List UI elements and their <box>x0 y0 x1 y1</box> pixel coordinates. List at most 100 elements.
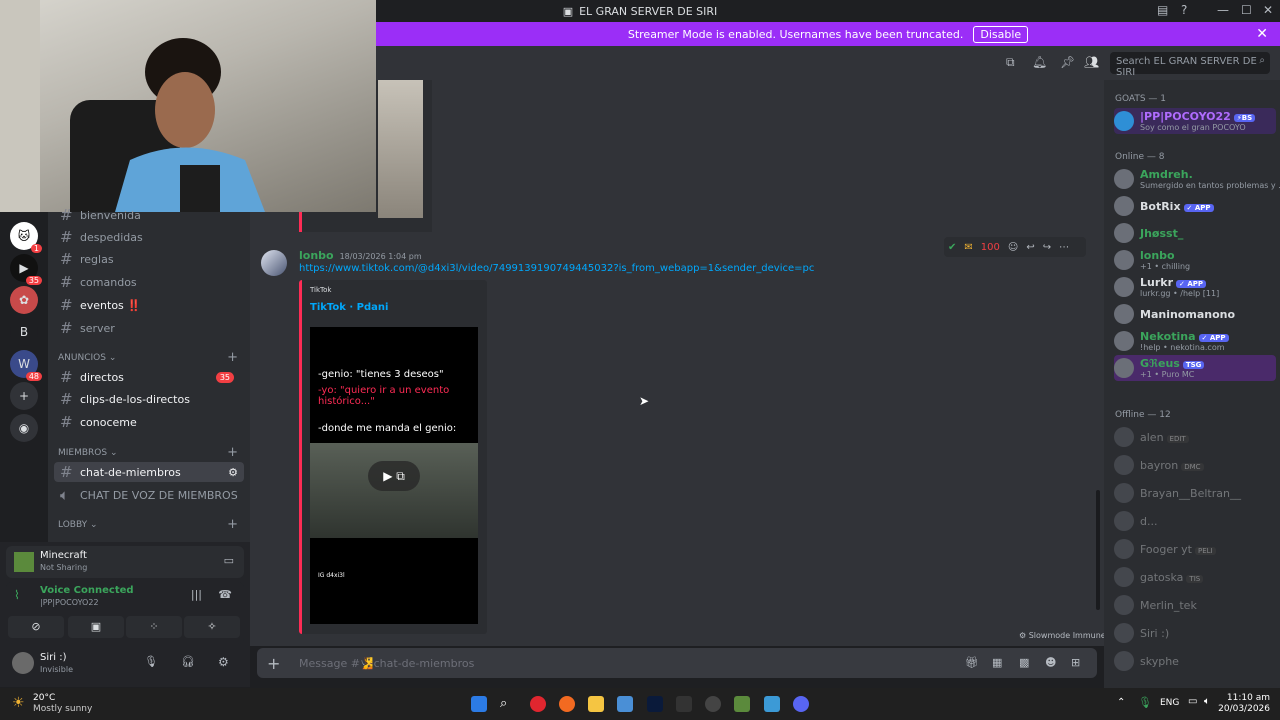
channel-chat-de-miembros[interactable]: # chat-de-miembros ⚙ <box>54 462 244 482</box>
add-reaction-icon[interactable]: ☺ <box>1008 242 1018 253</box>
add-channel-icon[interactable]: + <box>227 517 238 532</box>
share-screen-button[interactable]: ▣ <box>68 616 124 638</box>
help-icon[interactable]: ? <box>1181 3 1187 17</box>
member-item[interactable]: |PP|POCOYO22 ⚡BS Soy como el gran POCOYO <box>1114 108 1276 134</box>
start-icon[interactable] <box>471 696 487 712</box>
close-banner-icon[interactable]: ✕ <box>1256 26 1268 42</box>
channel-voz-miembros[interactable]: 🔈︎ CHAT DE VOZ DE MIEMBROS <box>54 485 244 505</box>
play-icon[interactable]: ▶ ⧉ <box>368 461 420 491</box>
weather-temp[interactable]: 20°C <box>33 693 55 703</box>
notepad-icon[interactable] <box>764 696 780 712</box>
embed-video[interactable]: -genio: "tienes 3 deseos" -yo: "quiero i… <box>310 327 478 624</box>
app-icon[interactable] <box>559 696 575 712</box>
voice-status[interactable]: Voice Connected <box>40 585 134 596</box>
embed-title[interactable]: TikTok · Pdani <box>310 302 388 313</box>
channel-server[interactable]: # server <box>54 318 244 338</box>
member-item[interactable]: bayron DMC <box>1114 452 1276 478</box>
channel-clips[interactable]: # clips-de-los-directos <box>54 389 244 409</box>
weather-icon[interactable]: ☀ <box>12 695 25 711</box>
headphones-icon[interactable]: 🎧︎ <box>181 655 195 668</box>
reply-icon[interactable]: ↩ <box>1026 242 1034 253</box>
user-name[interactable]: Siri :) <box>40 652 66 663</box>
hundred-reaction-icon[interactable]: 100 <box>981 242 1000 253</box>
member-item[interactable]: Brayan__Beltran__ <box>1114 480 1276 506</box>
member-item[interactable]: skyphe <box>1114 648 1276 674</box>
sticker-icon[interactable]: ▩ <box>1019 656 1029 669</box>
server-icon-5[interactable]: W 48 <box>10 350 42 381</box>
message-username[interactable]: lonbo <box>299 249 334 262</box>
discord-icon[interactable] <box>793 696 809 712</box>
server-icon-4[interactable]: B <box>10 318 38 346</box>
file-explorer-icon[interactable] <box>588 696 604 712</box>
tray-chevron-icon[interactable]: ⌃ <box>1117 697 1125 708</box>
reaction-icon[interactable]: ✉ <box>964 242 972 253</box>
epic-games-icon[interactable] <box>676 696 692 712</box>
server-icon-2[interactable]: ▶ 35 <box>10 254 42 285</box>
member-item[interactable]: Nekotina ✓ APP !help • nekotina.com <box>1114 328 1276 354</box>
channel-eventos[interactable]: # eventos ‼️ <box>54 295 244 315</box>
member-item[interactable]: Fooger yt PELI <box>1114 536 1276 562</box>
channel-conoceme[interactable]: # conoceme <box>54 412 244 432</box>
gif-icon[interactable]: ▦ <box>992 656 1002 669</box>
discover-icon[interactable]: ◉ <box>10 414 38 442</box>
server-icon-3[interactable]: ✿ <box>10 286 38 314</box>
minimize-icon[interactable]: — <box>1217 3 1229 17</box>
add-channel-icon[interactable]: + <box>227 445 238 460</box>
category-anuncios[interactable]: ANUNCIOS ⌄ <box>58 353 116 363</box>
check-reaction-icon[interactable]: ✔ <box>948 242 956 253</box>
minecraft-icon[interactable] <box>734 696 750 712</box>
soundboard-button[interactable]: ✧ <box>184 616 240 638</box>
language-indicator[interactable]: ENG <box>1160 698 1179 708</box>
emoji-icon[interactable]: ☻ <box>1045 656 1056 669</box>
mic-tray-icon[interactable]: 🎙︎ <box>1138 696 1152 709</box>
add-channel-icon[interactable]: + <box>227 350 238 365</box>
disable-button[interactable]: Disable <box>973 25 1029 43</box>
member-item[interactable]: Siri :) <box>1114 620 1276 646</box>
add-server-icon[interactable]: + <box>10 382 38 410</box>
member-item[interactable]: Lurkr ✓ APP lurkr.gg • /help [11] <box>1114 274 1276 300</box>
avatar[interactable] <box>261 250 287 276</box>
member-item[interactable]: Ǥℜeus TSG +1 • Puro MC <box>1114 355 1276 381</box>
gift-icon[interactable]: 🎁︎ <box>965 656 979 669</box>
pin-icon[interactable]: 📌︎ <box>1060 55 1075 69</box>
forward-icon[interactable]: ↪ <box>1043 242 1051 253</box>
inbox-icon[interactable]: ▤ <box>1157 3 1168 17</box>
message-composer[interactable]: + Message #🧏chat-de-miembros 🎁︎ ▦ ▩ ☻ ⊞ <box>257 648 1097 678</box>
channel-reglas[interactable]: # reglas <box>54 249 244 269</box>
member-item[interactable]: Merlin_tek <box>1114 592 1276 618</box>
clock-date[interactable]: 20/03/2026 <box>1218 704 1270 714</box>
obs-icon[interactable] <box>705 696 721 712</box>
message-link[interactable]: https://www.tiktok.com/@d4xi3l/video/749… <box>299 263 814 274</box>
opera-icon[interactable] <box>530 696 546 712</box>
category-lobby[interactable]: LOBBY ⌄ <box>58 520 98 530</box>
category-miembros[interactable]: MIEMBROS ⌄ <box>58 448 118 458</box>
weather-desc[interactable]: Mostly sunny <box>33 704 92 714</box>
volume-icon[interactable]: 🔈︎ <box>1204 696 1210 707</box>
avatar[interactable] <box>12 652 34 674</box>
settings-gear-icon[interactable]: ⚙ <box>218 655 229 669</box>
search-input[interactable]: Search EL GRAN SERVER DE SIRI ⌕ <box>1110 52 1270 78</box>
channel-despedidas[interactable]: # despedidas <box>54 227 244 247</box>
camera-off-button[interactable]: ⊘ <box>8 616 64 638</box>
network-icon[interactable]: ▭ <box>1188 696 1197 707</box>
search-icon[interactable]: ⌕ <box>500 696 516 712</box>
chat-scrollbar[interactable] <box>1096 490 1100 610</box>
bell-icon[interactable]: 🔔︎ <box>1032 55 1047 69</box>
channel-settings-icon[interactable]: ⚙ <box>228 466 238 479</box>
photoshop-icon[interactable] <box>647 696 663 712</box>
member-item[interactable]: BotRix ✓ APP <box>1114 193 1276 219</box>
maximize-icon[interactable]: ☐ <box>1241 3 1252 17</box>
noise-suppression-icon[interactable]: ||| <box>191 588 202 601</box>
clock-time[interactable]: 11:10 am <box>1224 693 1270 703</box>
disconnect-icon[interactable]: ☎ <box>218 588 232 601</box>
voice-channel[interactable]: |PP|POCOYO22 <box>40 598 99 607</box>
member-item[interactable]: Jhøsst_ <box>1114 220 1276 246</box>
member-item[interactable]: Amdreh. Sumergido en tantos problemas y .… <box>1114 166 1280 192</box>
activities-button[interactable]: ⁘ <box>126 616 182 638</box>
apps-icon[interactable]: ⊞ <box>1071 656 1080 669</box>
channel-comandos[interactable]: # comandos <box>54 272 244 292</box>
member-item[interactable]: d... <box>1114 508 1276 534</box>
member-list-icon[interactable]: 👥︎ <box>1084 55 1099 69</box>
add-attachment-icon[interactable]: + <box>267 654 280 673</box>
close-icon[interactable]: ✕ <box>1263 3 1273 17</box>
